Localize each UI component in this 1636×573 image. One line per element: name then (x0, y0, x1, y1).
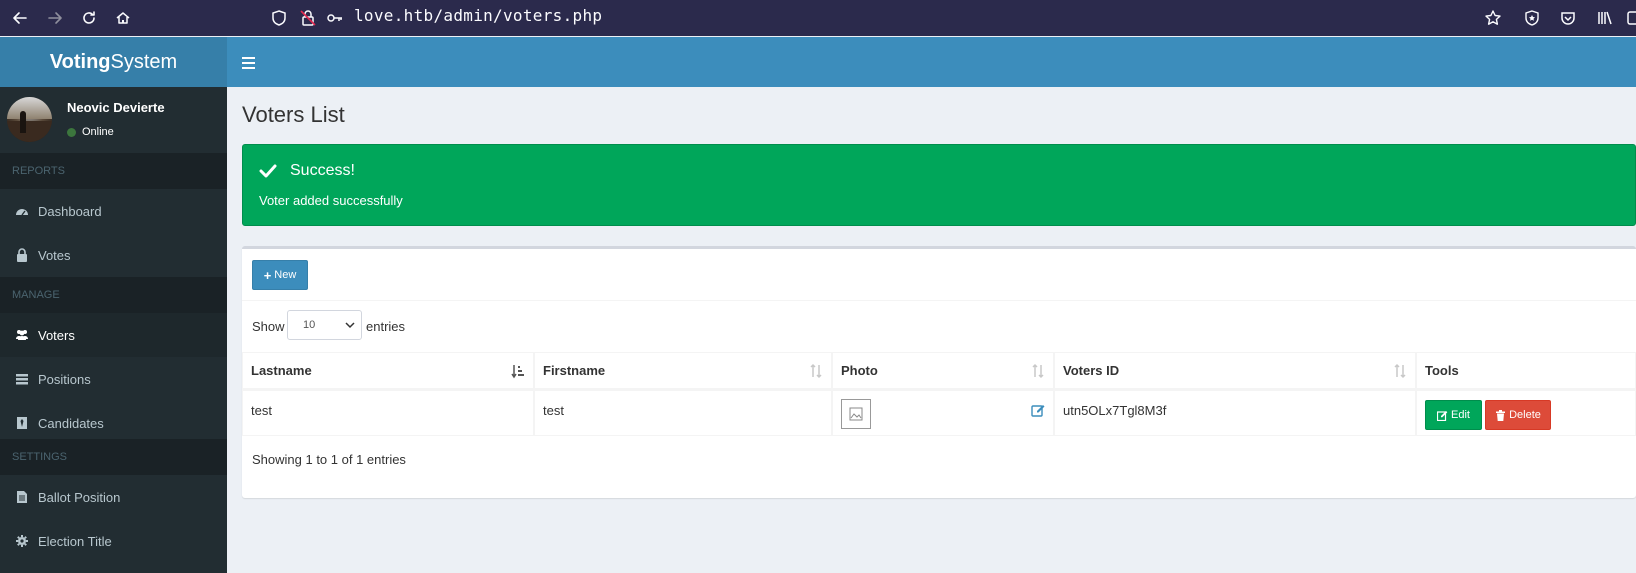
forward-arrow-icon (48, 12, 62, 24)
cell-voters-id: utn5OLx7Tgl8M3f (1054, 390, 1416, 436)
table-info: Showing 1 to 1 of 1 entries (252, 452, 406, 467)
sidebar-item-election-title[interactable]: Election Title (0, 519, 227, 563)
sidebar-item-label: Votes (38, 247, 71, 263)
cell-firstname: test (534, 390, 832, 436)
edit-photo-icon[interactable] (1031, 403, 1045, 417)
cog-icon (15, 534, 29, 548)
avatar (7, 97, 52, 142)
column-header-firstname[interactable]: Firstname (534, 352, 832, 390)
insecure-lock-icon[interactable] (299, 9, 317, 27)
logo-bold-text: Voting (49, 51, 111, 73)
chevron-down-icon (345, 322, 355, 329)
box-header: + New (242, 249, 1636, 301)
pocket-icon[interactable] (1559, 9, 1577, 27)
key-icon[interactable] (326, 9, 344, 27)
file-text-icon (15, 490, 29, 504)
sidebar-item-label: Positions (38, 371, 91, 387)
sort-asc-icon (511, 365, 524, 379)
edit-button-label: Edit (1451, 409, 1470, 421)
menu-header-manage: MANAGE (0, 277, 227, 313)
entries-label: entries (366, 319, 406, 334)
cell-lastname: test (242, 390, 534, 436)
broken-image-icon (841, 399, 871, 429)
sidebar-item-label: Ballot Position (38, 489, 121, 505)
library-icon[interactable] (1596, 9, 1614, 27)
sort-both-icon (810, 363, 822, 379)
column-header-label: Tools (1425, 363, 1459, 378)
check-icon (259, 164, 277, 178)
user-panel: Neovic Devierte Online (0, 87, 227, 153)
column-header-photo[interactable]: Photo (832, 352, 1054, 390)
cell-tools: Edit Delete (1416, 390, 1636, 436)
browser-toolbar: love.htb/admin/voters.php (0, 0, 1636, 36)
new-button-label: New (274, 269, 297, 281)
reload-icon (83, 11, 95, 24)
plus-icon: + (263, 267, 272, 283)
tasks-icon (15, 372, 29, 386)
online-status-icon (67, 127, 76, 137)
alert-title: Success! (290, 162, 355, 179)
top-navbar (227, 37, 1636, 87)
edit-icon (1437, 410, 1448, 421)
sidebar-item-dashboard[interactable]: Dashboard (0, 189, 227, 233)
sort-both-icon (1032, 363, 1044, 379)
sort-both-icon (1394, 363, 1406, 379)
home-button[interactable] (111, 6, 135, 30)
sidebar-item-positions[interactable]: Positions (0, 357, 227, 401)
column-header-label: Lastname (251, 363, 312, 378)
trash-icon (1496, 409, 1506, 421)
sidebar-toggle-icon[interactable] (242, 57, 255, 69)
home-icon (116, 12, 130, 24)
black-tie-icon (15, 416, 29, 430)
sidebar-item-ballot-position[interactable]: Ballot Position (0, 475, 227, 519)
bookmark-star-icon[interactable] (1484, 9, 1502, 27)
sidebar-item-label: Candidates (38, 415, 104, 431)
back-arrow-icon (13, 12, 27, 24)
sidebar-item-label: Voters (38, 327, 75, 343)
cell-value: utn5OLx7Tgl8M3f (1063, 403, 1167, 418)
cell-photo (832, 390, 1054, 436)
cell-value: test (251, 403, 272, 418)
sidebar-item-label: Election Title (38, 533, 112, 549)
sidebar-item-voters[interactable]: Voters (0, 313, 227, 357)
url-text[interactable]: love.htb/admin/voters.php (354, 6, 602, 25)
column-header-label: Firstname (543, 363, 606, 378)
column-header-tools: Tools (1416, 352, 1636, 390)
delete-button[interactable]: Delete (1485, 400, 1551, 430)
lock-icon (15, 248, 29, 262)
page-size-select[interactable]: 10 (287, 310, 362, 340)
column-header-lastname[interactable]: Lastname (242, 352, 534, 390)
column-header-label: Voters ID (1063, 363, 1120, 378)
voters-box: + New Show 10 entries Lastname Firstname… (242, 246, 1636, 498)
column-header-voters-id[interactable]: Voters ID (1054, 352, 1416, 390)
user-name: Neovic Devierte (67, 100, 165, 115)
back-button[interactable] (8, 6, 32, 30)
forward-button[interactable] (43, 6, 67, 30)
cell-value: test (543, 403, 564, 418)
edit-button[interactable]: Edit (1425, 400, 1482, 430)
sidebar-item-votes[interactable]: Votes (0, 233, 227, 277)
page-size-value: 10 (303, 319, 316, 331)
shield-icon[interactable] (270, 9, 288, 27)
shield-star-icon[interactable] (1523, 9, 1541, 27)
reload-button[interactable] (77, 6, 101, 30)
alert-message: Voter added successfully (259, 193, 403, 208)
delete-button-label: Delete (1509, 409, 1541, 421)
page-title: Voters List (242, 102, 345, 127)
app-logo[interactable]: VotingSystem (0, 37, 227, 87)
user-status-label: Online (82, 126, 114, 138)
show-label: Show (252, 319, 285, 334)
dashboard-icon (15, 204, 29, 218)
menu-header-reports: REPORTS (0, 153, 227, 189)
sidebar-item-label: Dashboard (38, 203, 102, 219)
logo-rest-text: System (110, 51, 178, 73)
success-alert: Success! Voter added successfully (242, 144, 1636, 226)
users-icon (15, 328, 29, 342)
account-icon[interactable] (1626, 9, 1636, 27)
column-header-label: Photo (841, 363, 878, 378)
user-status[interactable]: Online (67, 126, 114, 138)
new-voter-button[interactable]: + New (252, 260, 308, 290)
menu-header-settings: SETTINGS (0, 439, 227, 475)
